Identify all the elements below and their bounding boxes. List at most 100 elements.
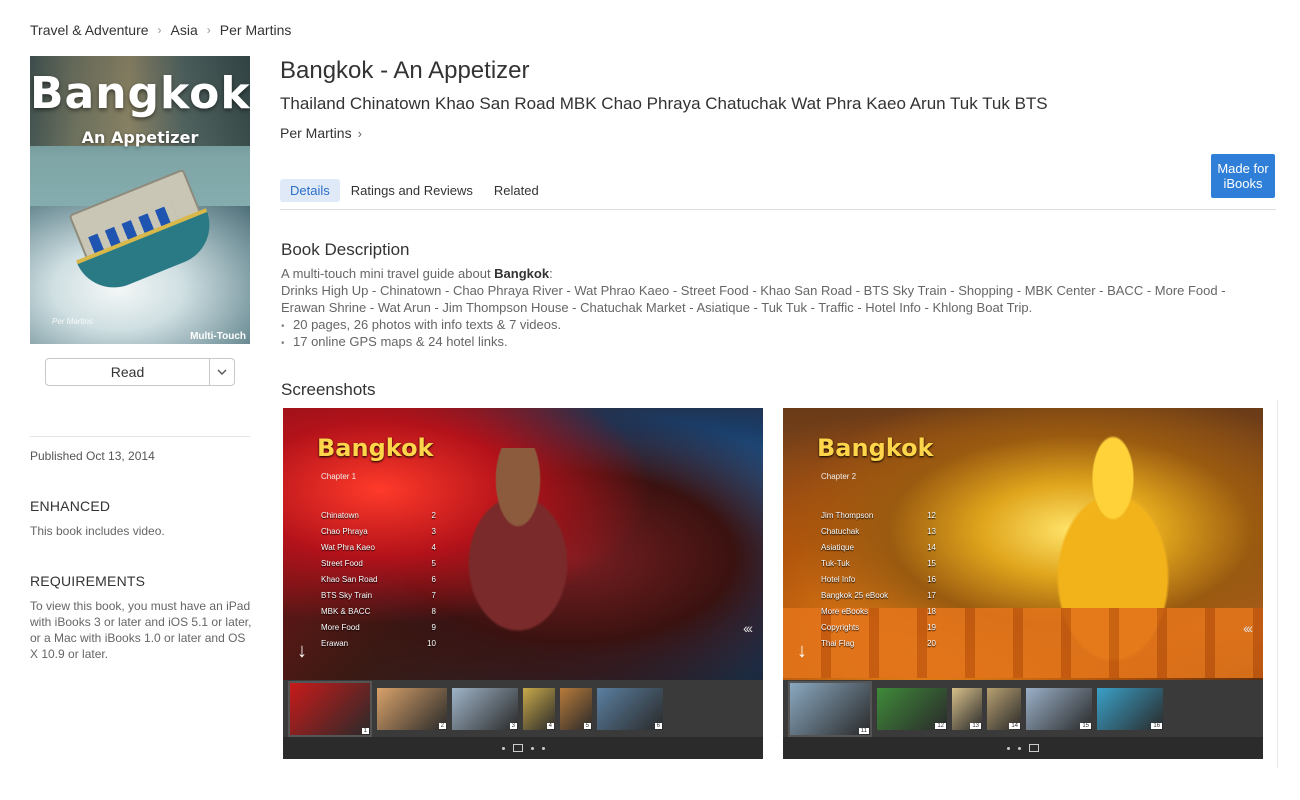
page-dot <box>541 746 545 750</box>
tab-details[interactable]: Details <box>280 179 340 202</box>
book-cover: Bangkok An Appetizer Per Martins Multi-T… <box>30 56 250 344</box>
breadcrumb-asia[interactable]: Asia <box>171 22 198 38</box>
author-link[interactable]: Per Martins › <box>280 125 362 141</box>
tab-related[interactable]: Related <box>484 179 549 202</box>
toc-label: Erawan <box>321 639 349 648</box>
page-thumbnail[interactable]: 1 <box>288 680 372 737</box>
published-date: Published Oct 13, 2014 <box>30 449 155 463</box>
thumbnail-page-number: 4 <box>546 722 554 729</box>
toc-row: Chao Phraya 3 <box>321 524 436 540</box>
toc-row: Erawan 10 <box>321 636 436 652</box>
made-for-ibooks-badge: Made for iBooks <box>1211 154 1275 198</box>
page-thumbnail[interactable]: 12 <box>877 687 947 730</box>
page-thumbnail[interactable]: 3 <box>452 687 518 730</box>
screenshot-chapter: Chapter 1 <box>321 472 357 481</box>
tuk-tuk-driver-image <box>433 448 603 658</box>
chapter-toc: Chinatown 2 Chao Phraya 3 Wat Phra Kaeo 4 Stre… <box>321 508 436 652</box>
toc-page: 6 <box>431 575 436 584</box>
toc-page: 12 <box>927 511 936 520</box>
chevron-right-icon: › <box>206 23 211 37</box>
chevron-down-icon <box>217 369 227 375</box>
toc-row: Thai Flag 20 <box>821 636 936 652</box>
description-intro-prefix: A multi-touch mini travel guide about <box>281 266 495 281</box>
page-thumbnail[interactable]: 14 <box>987 687 1021 730</box>
made-for-ibooks-label: Made for iBooks <box>1217 161 1268 191</box>
toc-page: 17 <box>927 591 936 600</box>
page-thumbnail[interactable]: 5 <box>560 687 592 730</box>
screenshot-title: Bangkok <box>317 434 434 462</box>
thumbnail-strip: 11 12 13 14 15 16 <box>783 680 1263 737</box>
description-bullet: • 20 pages, 26 photos with info texts & 7… <box>281 317 561 332</box>
enhanced-text: This book includes video. <box>30 524 165 538</box>
toc-page: 20 <box>927 639 936 648</box>
toc-row: Jim Thompson 12 <box>821 508 936 524</box>
page-dot <box>1007 746 1010 750</box>
toc-row: More Food 9 <box>321 620 436 636</box>
thumbnail-page-number: 3 <box>509 722 517 729</box>
thumbnail-page-number: 5 <box>583 722 591 729</box>
toc-label: Chao Phraya <box>321 527 368 536</box>
page-dot <box>501 746 505 750</box>
screenshot-1[interactable]: Bangkok Chapter 1 Chinatown 2 Chao Phraya 3… <box>283 408 763 759</box>
page-thumbnail[interactable]: 16 <box>1097 687 1163 730</box>
toc-page: 19 <box>927 623 936 632</box>
description-text: A multi-touch mini travel guide about Ba… <box>281 265 1271 316</box>
bullet-icon: • <box>281 321 285 332</box>
toc-label: More Food <box>321 623 360 632</box>
description-bullet: • 17 online GPS maps & 24 hotel links. <box>281 334 508 349</box>
toc-row: Tuk-Tuk 15 <box>821 556 936 572</box>
toc-label: Street Food <box>321 559 363 568</box>
screenshot-title: Bangkok <box>817 434 934 462</box>
bullet-text: 17 online GPS maps & 24 hotel links. <box>293 334 508 349</box>
page-thumbnail[interactable]: 15 <box>1026 687 1092 730</box>
page-thumbnail[interactable]: 6 <box>597 687 663 730</box>
toc-label: Wat Phra Kaeo <box>321 543 375 552</box>
toc-page: 2 <box>431 511 436 520</box>
thumbnail-page-number: 2 <box>438 722 446 729</box>
chevron-right-icon: › <box>157 23 162 37</box>
toc-label: Chinatown <box>321 511 359 520</box>
description-intro-suffix: : <box>549 266 553 281</box>
tab-bar: Details Ratings and Reviews Related <box>280 179 550 202</box>
toc-label: More eBooks <box>821 607 869 616</box>
breadcrumb: Travel & Adventure › Asia › Per Martins <box>30 22 291 38</box>
toc-page: 3 <box>431 527 436 536</box>
thumbnail-page-number: 1 <box>361 727 369 734</box>
tab-ratings-reviews[interactable]: Ratings and Reviews <box>341 179 483 202</box>
page-thumbnail[interactable]: 11 <box>788 680 872 737</box>
screenshot-chapter: Chapter 2 <box>821 472 857 481</box>
thumbnail-page-number: 14 <box>1009 722 1020 729</box>
badge-line1: Made for <box>1217 161 1269 176</box>
bullet-text: 20 pages, 26 photos with info texts & 7 … <box>293 317 562 332</box>
page-thumbnail[interactable]: 4 <box>523 687 555 730</box>
breadcrumb-travel-adventure[interactable]: Travel & Adventure <box>30 22 149 38</box>
thumbnail-page-number: 13 <box>970 722 981 729</box>
toc-page: 15 <box>927 559 936 568</box>
read-button[interactable]: Read <box>46 359 209 385</box>
toc-label: BTS Sky Train <box>321 591 373 600</box>
page-thumbnail[interactable]: 13 <box>952 687 982 730</box>
toc-row: Hotel Info 16 <box>821 572 936 588</box>
toc-label: Copyrights <box>821 623 860 632</box>
badge-line2: iBooks <box>1223 176 1263 191</box>
toc-label: Tuk-Tuk <box>821 559 850 568</box>
screenshot-2[interactable]: Bangkok Chapter 2 Jim Thompson 12 Chatucha… <box>783 408 1263 759</box>
toc-row: Asiatique 14 <box>821 540 936 556</box>
page-thumbnail[interactable]: 2 <box>377 687 447 730</box>
thumbnail-page-number: 12 <box>935 722 946 729</box>
thumbnail-page-number: 16 <box>1151 722 1162 729</box>
toc-page: 9 <box>431 623 436 632</box>
bullet-icon: • <box>281 338 285 349</box>
description-intro-bold: Bangkok <box>494 266 550 281</box>
chevron-right-icon: › <box>357 125 362 141</box>
chapter-toc: Jim Thompson 12 Chatuchak 13 Asiatique 14 Tuk-… <box>821 508 936 652</box>
toc-label: Asiatique <box>821 543 854 552</box>
toc-page: 18 <box>927 607 936 616</box>
toc-row: Copyrights 19 <box>821 620 936 636</box>
cover-tag: Multi-Touch <box>190 331 246 342</box>
read-options-button[interactable] <box>209 359 234 385</box>
breadcrumb-author[interactable]: Per Martins <box>220 22 292 38</box>
cover-signature: Per Martins <box>52 317 93 326</box>
screenshots-heading: Screenshots <box>281 380 376 399</box>
toc-row: BTS Sky Train 7 <box>321 588 436 604</box>
